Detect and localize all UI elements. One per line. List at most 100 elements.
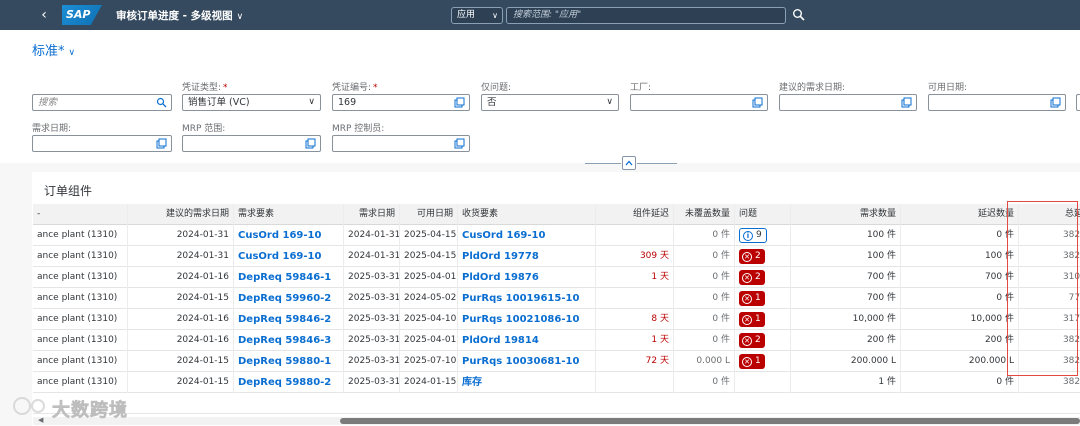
avail-date-field[interactable] (928, 94, 1066, 111)
cell-rec-element-link[interactable]: PldOrd 19778 (458, 246, 596, 267)
cell-issues: ✕ 2 (735, 267, 791, 288)
value-help-icon[interactable] (752, 97, 763, 108)
app-title-text: 审核订单进度 - 多级视图 (116, 10, 233, 22)
suggested-date-field[interactable] (779, 94, 917, 111)
doc-type-select[interactable]: 销售订单 (VC) ∨ (182, 94, 321, 111)
table-row[interactable]: ance plant (1310) 2024-01-16 DepReq 59846-… (33, 309, 1080, 330)
col-header-req-date[interactable]: 需求日期 (344, 204, 400, 225)
cell-rec-element-link[interactable]: PurRqs 10021086-10 (458, 309, 596, 330)
col-header-delay-qty[interactable]: 延迟数量 (901, 204, 1019, 225)
cell-req-date: 2025-03-31 (344, 309, 400, 330)
error-circle-icon: ✕ (742, 315, 752, 325)
collapse-line-left (585, 163, 621, 164)
cell-req-date: 2025-03-31 (344, 330, 400, 351)
mrp-area-field[interactable] (182, 135, 321, 152)
cell-req-element-link[interactable]: DepReq 59846-3 (234, 330, 344, 351)
search-field[interactable]: 搜索 (32, 94, 172, 111)
col-header-req-element[interactable]: 需求要素 (234, 204, 344, 225)
cell-req-qty: 700 件 (791, 267, 901, 288)
back-icon[interactable]: ‹ (36, 6, 52, 24)
col-header-uncovered[interactable]: 未覆盖数量 (674, 204, 735, 225)
search-icon[interactable] (156, 97, 167, 108)
table-row[interactable]: ance plant (1310) 2024-01-16 DepReq 59846-… (33, 330, 1080, 351)
cell-req-element-link[interactable]: DepReq 59846-2 (234, 309, 344, 330)
search-scope-select[interactable]: 应用 ∨ (451, 7, 503, 24)
table-row[interactable]: ance plant (1310) 2024-01-16 DepReq 59846-… (33, 267, 1080, 288)
col-header-avail-date[interactable]: 可用日期 (400, 204, 458, 225)
cell-req-date: 2024-01-31 (344, 246, 400, 267)
clipped-field[interactable] (1076, 94, 1080, 111)
table-row[interactable]: ance plant (1310) 2024-01-15 DepReq 59960-… (33, 288, 1080, 309)
col-header-issues[interactable]: 问题 (735, 204, 791, 225)
doc-no-field[interactable]: 169 (332, 94, 470, 111)
mrp-controller-field[interactable] (332, 135, 470, 152)
cell-req-element-link[interactable]: DepReq 59880-1 (234, 351, 344, 372)
cell-req-element-link[interactable]: DepReq 59960-2 (234, 288, 344, 309)
cell-req-element-link[interactable]: DepReq 59846-1 (234, 267, 344, 288)
cell-suggested-date: 2024-01-15 (128, 288, 234, 309)
value-help-icon[interactable] (454, 138, 465, 149)
cell-delay-qty: 700 件 (901, 267, 1019, 288)
req-date-field[interactable] (32, 135, 172, 152)
table-row[interactable]: ance plant (1310) 2024-01-15 DepReq 59880-… (33, 351, 1080, 372)
error-issue-badge[interactable]: ✕ 2 (739, 270, 765, 285)
col-header-req-qty[interactable]: 需求数量 (791, 204, 901, 225)
col-header-suggested-date[interactable]: 建议的需求日期 (128, 204, 234, 225)
col-header-plant[interactable]: - (33, 204, 128, 225)
error-issue-badge[interactable]: ✕ 2 (739, 249, 765, 264)
value-help-icon[interactable] (454, 97, 465, 108)
value-help-icon[interactable] (156, 138, 167, 149)
cell-rec-element-link[interactable]: PurRqs 10019615-10 (458, 288, 596, 309)
cell-rec-element-link[interactable]: CusOrd 169-10 (458, 225, 596, 246)
issues-only-select[interactable]: 否 ∨ (481, 94, 619, 111)
cell-req-element-link[interactable]: CusOrd 169-10 (234, 246, 344, 267)
cell-plant: ance plant (1310) (33, 330, 128, 351)
plant-field[interactable] (630, 94, 768, 111)
issue-count: 1 (755, 314, 761, 324)
error-issue-badge[interactable]: ✕ 1 (739, 291, 765, 306)
cell-suggested-date: 2024-01-31 (128, 225, 234, 246)
cell-rec-element-link[interactable]: PldOrd 19876 (458, 267, 596, 288)
cell-rec-element-link[interactable]: PldOrd 19814 (458, 330, 596, 351)
doc-type-label: 凭证类型: * (182, 83, 228, 93)
value-help-icon[interactable] (1050, 97, 1061, 108)
watermark-text: 大数跨境 (52, 400, 128, 422)
info-circle-icon: i (743, 231, 753, 241)
variant-selector[interactable]: 标准* ∨ (32, 40, 75, 59)
cell-delay-qty: 200 件 (901, 330, 1019, 351)
cell-req-qty: 200 件 (791, 330, 901, 351)
value-help-icon[interactable] (901, 97, 912, 108)
cell-req-element-link[interactable]: DepReq 59880-2 (234, 372, 344, 393)
col-header-comp-delay[interactable]: 组件延迟 (596, 204, 674, 225)
table-row[interactable]: ance plant (1310) 2024-01-31 CusOrd 169-10… (33, 225, 1080, 246)
value-help-icon[interactable] (305, 138, 316, 149)
sap-logo[interactable]: SAP (62, 5, 102, 25)
cell-req-element-link[interactable]: CusOrd 169-10 (234, 225, 344, 246)
table-row[interactable]: ance plant (1310) 2024-01-15 DepReq 59880-… (33, 372, 1080, 393)
cell-rec-element-link[interactable]: PurRqs 10030681-10 (458, 351, 596, 372)
cell-uncovered-qty: 0 件 (674, 309, 735, 330)
error-issue-badge[interactable]: ✕ 2 (739, 333, 765, 348)
horizontal-scrollbar-thumb[interactable] (340, 418, 1080, 424)
table-row[interactable]: ance plant (1310) 2024-01-31 CusOrd 169-10… (33, 246, 1080, 267)
shell-search-input[interactable]: 搜索范围: "应用" (506, 7, 786, 24)
col-header-rec-element[interactable]: 收货要素 (458, 204, 596, 225)
app-title[interactable]: 审核订单进度 - 多级视图 ∨ (116, 8, 243, 23)
info-issue-badge[interactable]: i9 (739, 228, 767, 243)
cell-rec-element-link[interactable]: 库存 (458, 372, 596, 393)
cell-delay-qty: 0 件 (901, 372, 1019, 393)
error-issue-badge[interactable]: ✕ 1 (739, 312, 765, 327)
cell-comp-delay (596, 372, 674, 393)
variant-name: 标准* (32, 44, 65, 59)
error-issue-badge[interactable]: ✕ 1 (739, 354, 765, 369)
search-icon[interactable] (792, 8, 806, 22)
cell-suggested-date: 2024-01-16 (128, 267, 234, 288)
chevron-down-icon: ∨ (606, 97, 613, 107)
cell-uncovered-qty: 0 件 (674, 267, 735, 288)
chevron-down-icon: ∨ (492, 11, 498, 20)
cell-req-qty: 200.000 L (791, 351, 901, 372)
cell-delay-qty: 0 件 (901, 225, 1019, 246)
collapse-header-button[interactable] (622, 156, 636, 170)
cell-plant: ance plant (1310) (33, 309, 128, 330)
error-circle-icon: ✕ (742, 294, 752, 304)
